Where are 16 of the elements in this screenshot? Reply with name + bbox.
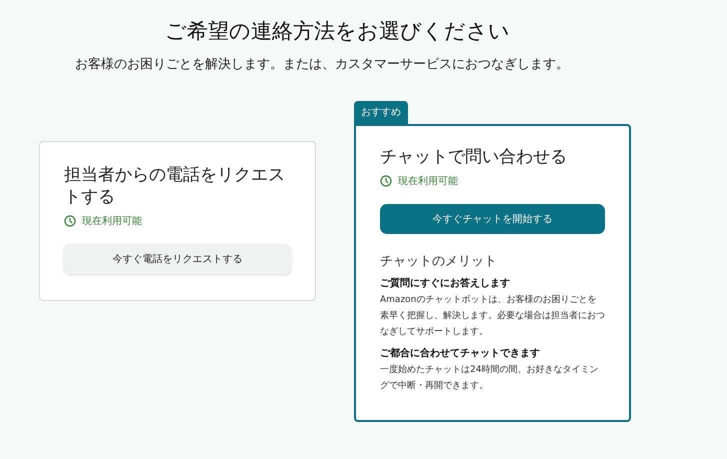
request-call-button[interactable]: 今すぐ電話をリクエストする <box>64 244 291 274</box>
clock-icon <box>64 215 76 227</box>
benefit-text: Amazonのチャットボットは、お客様のお困りごとを素早く把握し、解決します。必要な場合は担当者におつなぎしてサポートします。 <box>380 294 605 339</box>
benefits-heading: チャットのメリット <box>380 253 498 270</box>
recommended-badge: おすすめ <box>354 101 408 124</box>
availability-status: 現在利用可能 <box>82 214 142 228</box>
benefit-text: 一度始めたチャットは24時間の間、お好きなタイミングで中断・再開できます。 <box>380 364 600 393</box>
page-heading: ご希望の連絡方法をお選びください <box>165 18 511 45</box>
card-title: 担当者からの電話をリクエストする <box>64 164 286 208</box>
availability-status: 現在利用可能 <box>398 174 458 188</box>
benefit-title: ご都合に合わせてチャットできます <box>380 346 541 360</box>
card-title: チャットで問い合わせる <box>380 146 568 168</box>
clock-icon <box>380 175 392 187</box>
benefit-title: ご質問にすぐにお答えします <box>380 276 511 290</box>
start-chat-button[interactable]: 今すぐチャットを開始する <box>380 204 605 234</box>
page-subheading: お客様のお困りごとを解決します。または、カスタマーサービスにおつなぎします。 <box>75 56 570 73</box>
